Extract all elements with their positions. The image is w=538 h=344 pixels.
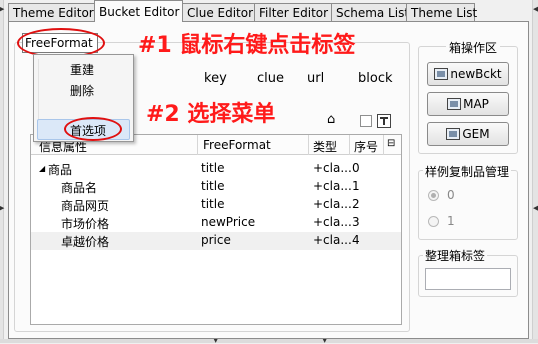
row-name: 商品 (48, 163, 73, 177)
row-index: 2 (352, 197, 360, 211)
collapse-arrow-icon[interactable]: ◀ (533, 205, 538, 212)
right-splitter[interactable]: ◀ ◀ (532, 0, 538, 343)
row-index: 1 (352, 179, 360, 193)
sample-radio-1[interactable] (428, 216, 439, 227)
row-name: 商品名 (61, 181, 98, 195)
row-index: 0 (352, 161, 360, 175)
gem-icon (446, 128, 461, 140)
operations-group-title: 箱操作区 (446, 39, 501, 56)
collapse-arrow-icon[interactable]: ▶ (0, 6, 4, 13)
sample-radio-1-label: 1 (447, 214, 455, 228)
map-label: MAP (463, 97, 489, 111)
row-type: +cla... (313, 215, 352, 229)
row-type: +cla... (313, 197, 352, 211)
sample-group-title: 样例复制品管理 (423, 163, 512, 180)
menu-item-rebuild[interactable]: 重建 (70, 61, 94, 78)
bucket-icon (434, 68, 449, 80)
table-row[interactable]: 市场价格 newPrice +cla... 3 (31, 214, 401, 232)
tab-clue-editor[interactable]: Clue Editor (182, 3, 255, 22)
row-name: 商品网页 (61, 199, 110, 213)
left-splitter[interactable]: ▶ ▶ (0, 0, 4, 343)
table-row[interactable]: 商品网页 title +cla... 2 (31, 196, 401, 214)
tab-theme-list[interactable]: Theme List (406, 3, 477, 22)
tab-bar: Theme Editor Bucket Editor Clue Editor F… (8, 0, 528, 22)
row-value: newPrice (201, 215, 256, 229)
tab-bucket-editor[interactable]: Bucket Editor (94, 0, 183, 22)
table-row[interactable]: ◢ 商品 title +cla... 0 (31, 160, 401, 178)
home-icon[interactable]: ⌂ (327, 113, 335, 126)
map-icon (447, 98, 462, 110)
row-name: 卓越价格 (61, 235, 110, 249)
expand-triangle-icon[interactable]: ◢ (39, 164, 45, 173)
row-type: +cla... (313, 233, 352, 247)
tab-filter-editor[interactable]: Filter Editor (254, 3, 332, 22)
column-clue[interactable]: clue (257, 71, 284, 86)
new-bucket-label: newBckt (450, 67, 502, 81)
column-key[interactable]: key (204, 71, 227, 86)
sample-groupbox (418, 170, 518, 240)
tag-group-title: 整理箱标签 (423, 247, 488, 264)
sample-radio-0-label: 0 (447, 188, 455, 202)
table-row[interactable]: 商品名 title +cla... 1 (31, 178, 401, 196)
map-button[interactable]: MAP (427, 92, 509, 116)
column-chooser-icon[interactable]: ⊟ (387, 138, 395, 149)
row-index: 3 (352, 215, 360, 229)
row-index: 4 (352, 233, 360, 247)
row-name: 市场价格 (61, 217, 110, 231)
annotation-step1: #1 鼠标右键点击标签 (138, 33, 356, 58)
annotation-step2: #2 选择菜单 (146, 102, 276, 127)
row-type: +cla... (313, 161, 352, 175)
header-type[interactable]: 类型 (313, 138, 337, 155)
annotation-circle-menu (64, 117, 122, 141)
attribute-table[interactable]: 信息属性 FreeFormat 类型 序号 ⊟ ◢ 商品 title +cla.… (30, 134, 402, 325)
bottom-splitter[interactable]: ▼ ▼ (0, 337, 538, 344)
new-bucket-button[interactable]: newBckt (427, 62, 509, 86)
tag-input[interactable] (425, 268, 511, 290)
table-icon[interactable] (377, 114, 391, 128)
column-block[interactable]: block (358, 71, 393, 86)
sample-radio-0[interactable] (428, 190, 439, 201)
row-value: title (201, 179, 225, 193)
row-value: title (201, 161, 225, 175)
row-value: title (201, 197, 225, 211)
tab-schema-list[interactable]: Schema List (331, 3, 409, 22)
table-row-selected[interactable]: 卓越价格 price +cla... 4 (31, 232, 401, 250)
gem-button[interactable]: GEM (427, 122, 509, 146)
column-url[interactable]: url (307, 71, 324, 86)
gem-label: GEM (462, 127, 490, 141)
toggle-checkbox[interactable] (360, 115, 372, 127)
collapse-arrow-icon[interactable]: ◀ (533, 6, 538, 13)
row-type: +cla... (313, 179, 352, 193)
header-index[interactable]: 序号 (354, 138, 378, 155)
tab-theme-editor[interactable]: Theme Editor (8, 3, 95, 22)
collapse-arrow-icon[interactable]: ▶ (0, 205, 4, 212)
menu-item-delete[interactable]: 删除 (70, 82, 94, 99)
row-value: price (201, 233, 231, 247)
header-freeformat[interactable]: FreeFormat (203, 138, 271, 152)
